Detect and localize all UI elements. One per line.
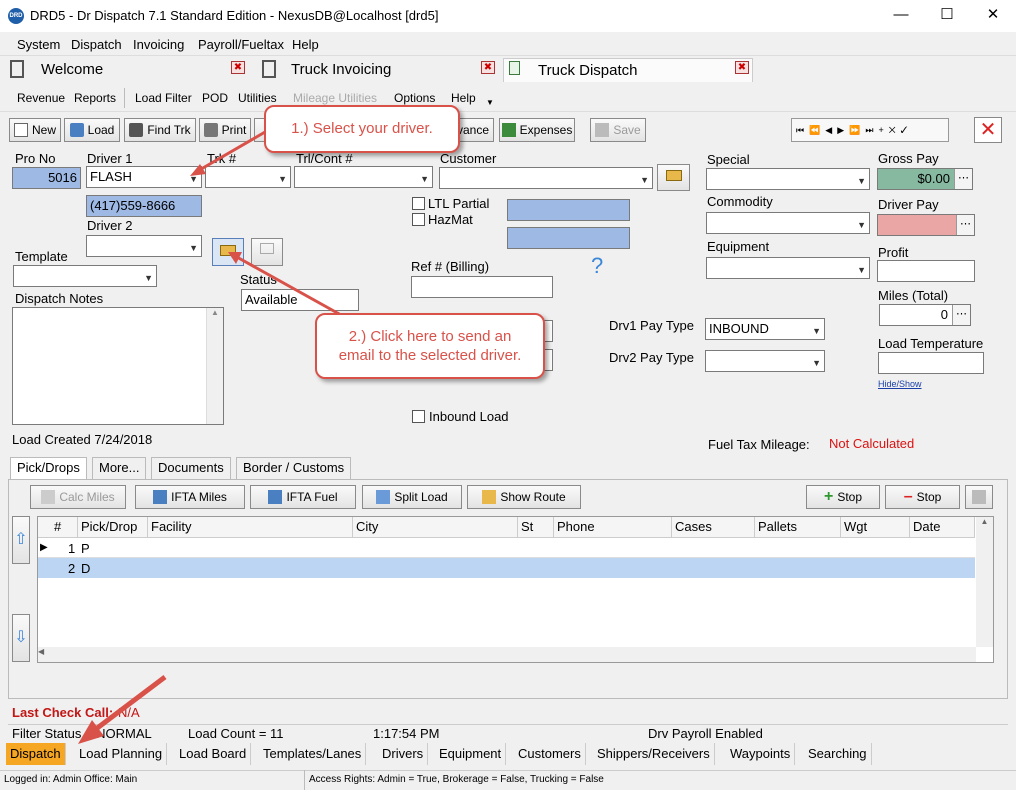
arrow-to-dispatch-tab (90, 675, 167, 734)
arrow-to-email (234, 254, 351, 322)
annotation-arrows (78, 126, 351, 744)
callout-select-driver: 1.) Select your driver. (264, 105, 460, 153)
callout-email-driver: 2.) Click here to send an email to the s… (315, 313, 545, 379)
arrow-to-driver (195, 126, 273, 174)
arrowhead (190, 164, 206, 176)
